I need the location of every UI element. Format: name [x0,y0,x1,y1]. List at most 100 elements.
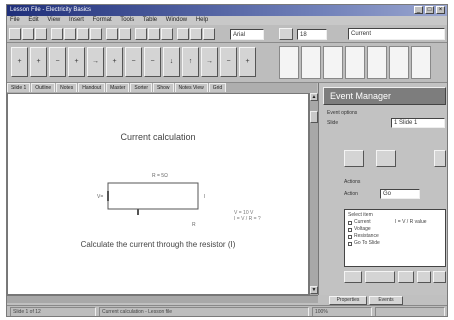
list-detail: I = V / R value [395,219,427,225]
tool-button-10[interactable]: ↑ [182,47,199,77]
tab-properties[interactable]: Properties [329,296,367,305]
event-manager-panel: Event Manager Event options Slide 1 Slid… [318,83,447,295]
title-bar: Lesson File - Electricity Basics _ □ × [7,5,447,16]
scroll-down-icon[interactable]: ▼ [310,286,318,294]
open-file-icon[interactable] [22,28,34,40]
print-icon[interactable] [51,28,63,40]
slide-canvas[interactable]: Current calculation R = 5Ω V= I R V = 10… [7,93,309,295]
slide-select[interactable]: 1 Slide 1 [391,118,445,128]
redo-icon[interactable] [119,28,131,40]
nav-last-button[interactable] [417,271,431,283]
nav-first-button[interactable] [344,271,362,283]
menu-file[interactable]: File [10,17,20,23]
tool-button-9[interactable]: ↓ [163,47,180,77]
palette-slot[interactable] [301,46,321,79]
action-field-label: Action [344,191,358,197]
save-icon[interactable] [35,28,47,40]
font-name-select[interactable]: Arial [230,29,264,40]
align-center-icon[interactable] [190,28,202,40]
nav-prev-button[interactable] [365,271,395,283]
copy-icon[interactable] [77,28,89,40]
palette-slot[interactable] [367,46,387,79]
font-size-select[interactable]: 18 [297,29,327,40]
list-item[interactable]: Voltage [348,226,442,233]
palette-slot[interactable] [389,46,409,79]
checkbox-icon[interactable] [348,241,352,246]
maximize-icon[interactable]: □ [425,6,434,14]
tool-button-4[interactable]: + [68,47,85,77]
tool-button-2[interactable]: + [30,47,47,77]
tab-grid[interactable]: Grid [208,83,227,92]
cut-icon[interactable] [64,28,76,40]
tool-button-11[interactable]: → [201,47,218,77]
menu-insert[interactable]: Insert [69,17,84,23]
tab-sorter[interactable]: Sorter [130,83,153,92]
palette-slot[interactable] [323,46,343,79]
underline-icon[interactable] [161,28,173,40]
minimize-icon[interactable]: _ [414,6,423,14]
palette-slot[interactable] [411,46,431,79]
italic-icon[interactable] [148,28,160,40]
tab-notes[interactable]: Notes [56,83,78,92]
align-left-icon[interactable] [177,28,189,40]
horizontal-scrollbar[interactable] [7,295,318,303]
nav-close-button[interactable] [433,271,446,283]
font-size-button[interactable] [279,28,293,40]
tool-button-7[interactable]: − [125,47,142,77]
align-right-icon[interactable] [203,28,215,40]
tab-outline[interactable]: Outline [31,83,56,92]
window-title: Lesson File - Electricity Basics [10,7,92,13]
close-icon[interactable]: × [436,6,445,14]
menu-help[interactable]: Help [196,17,208,23]
bold-icon[interactable] [135,28,147,40]
circuit-loop [107,182,199,210]
source-label: V= [97,194,103,200]
list-item[interactable]: Go To Slide [348,240,442,247]
tab-notes-view[interactable]: Notes View [174,83,208,92]
event-add-button[interactable] [344,150,364,167]
new-file-icon[interactable] [9,28,21,40]
search-input[interactable]: Current [348,28,445,40]
view-tab-strip: Slide 1 Outline Notes Handout Master Sorter Sh… [7,83,317,93]
tool-button-3[interactable]: − [49,47,66,77]
tool-button-1[interactable]: + [11,47,28,77]
action-select[interactable]: Go [380,189,420,199]
tool-button-8[interactable]: − [144,47,161,77]
tab-master[interactable]: Master [106,83,130,92]
event-edit-button[interactable] [376,150,396,167]
tab-show[interactable]: Show [153,83,174,92]
slide-field-label: Slide [327,120,339,126]
scroll-thumb[interactable] [310,111,318,123]
action-list[interactable]: Select item I = V / R value Current Volt… [344,209,446,267]
tab-handout[interactable]: Handout [78,83,106,92]
status-zoom: 100% [312,307,372,316]
list-item[interactable]: Resistance [348,233,442,240]
tab-slide[interactable]: Slide 1 [7,83,31,92]
resistor-label: R = 5Ω [152,173,168,179]
tool-button-13[interactable]: + [239,47,256,77]
palette-slot[interactable] [279,46,299,79]
paste-icon[interactable] [90,28,102,40]
tool-button-12[interactable]: − [220,47,237,77]
checkbox-icon[interactable] [348,234,352,239]
menu-edit[interactable]: Edit [28,17,38,23]
event-delete-button[interactable] [434,150,446,167]
vertical-scrollbar[interactable]: ▲ ▼ [309,93,318,295]
tool-button-6[interactable]: + [106,47,123,77]
palette-slot[interactable] [345,46,365,79]
menu-bar: File Edit View Insert Format Tools Table… [7,16,447,25]
scroll-up-icon[interactable]: ▲ [310,93,318,101]
tab-events[interactable]: Events [369,296,403,305]
tool-button-5[interactable]: → [87,47,104,77]
menu-table[interactable]: Table [143,17,157,23]
undo-icon[interactable] [106,28,118,40]
menu-view[interactable]: View [47,17,60,23]
nav-next-button[interactable] [398,271,414,283]
menu-tools[interactable]: Tools [120,17,134,23]
checkbox-icon[interactable] [348,220,352,225]
menu-window[interactable]: Window [166,17,187,23]
menu-format[interactable]: Format [93,17,112,23]
formula-line-2: I = V / R = ? [234,216,261,222]
checkbox-icon[interactable] [348,227,352,232]
list-title: Select item [348,212,373,218]
